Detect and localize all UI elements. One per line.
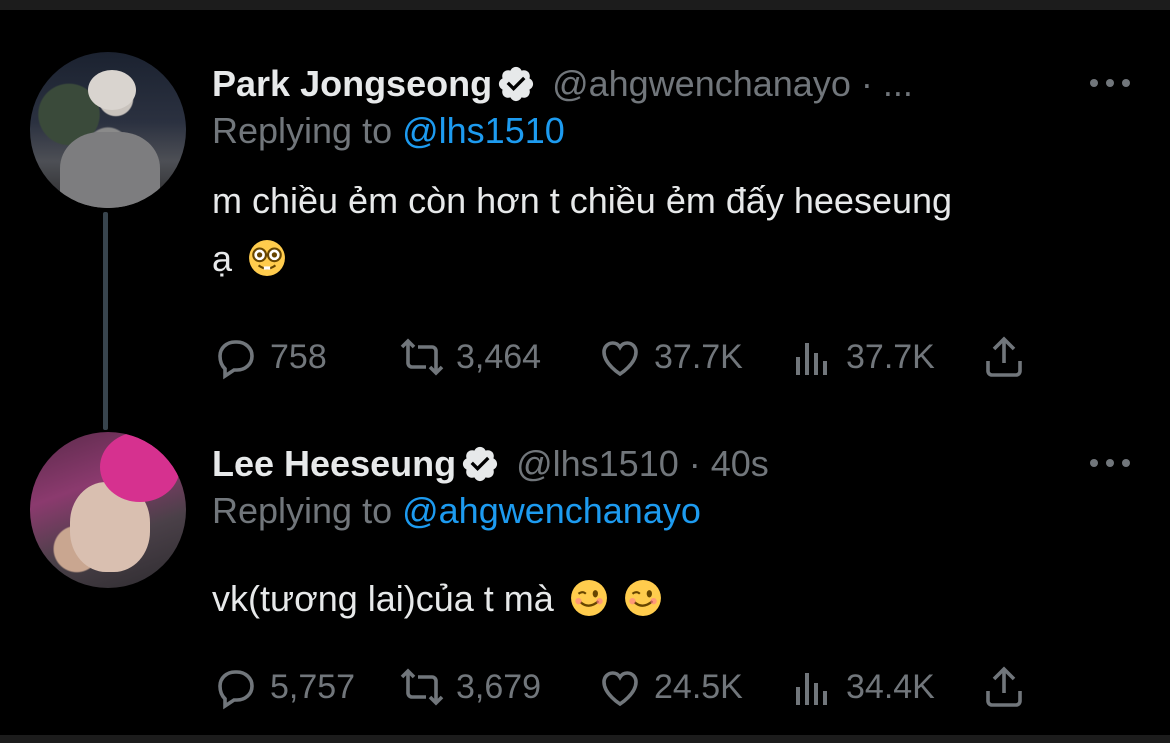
tweet-actions: 758 3,464 37.7K 37.7K <box>212 332 1042 382</box>
retweet-button[interactable]: 3,464 <box>398 332 541 382</box>
tweet-header: Park Jongseong @ahgwenchanayo · ... <box>212 62 913 106</box>
header-separator: · <box>688 443 701 484</box>
tweet-text: m chiều ẻm còn hơn t chiều ẻm đấy heeseu… <box>212 172 952 288</box>
tweet-text-line-2: ạ <box>212 230 952 288</box>
share-icon <box>986 666 1022 707</box>
retweet-count: 3,464 <box>456 337 542 376</box>
display-name[interactable]: Lee Heeseung <box>212 443 456 485</box>
share-button[interactable] <box>980 332 1028 382</box>
share-button[interactable] <box>980 662 1028 712</box>
retweet-count: 3,679 <box>456 667 542 706</box>
like-icon <box>602 671 638 707</box>
replying-to: Replying to @ahgwenchanayo <box>212 490 701 532</box>
avatar-lee-heeseung[interactable] <box>30 432 186 588</box>
reply-mention-link[interactable]: @ahgwenchanayo <box>402 490 701 531</box>
header-separator: · <box>860 63 873 104</box>
more-icon[interactable] <box>1090 68 1130 98</box>
display-name[interactable]: Park Jongseong <box>212 63 492 105</box>
reply-mention-link[interactable]: @lhs1510 <box>402 110 565 151</box>
verified-badge-icon <box>463 446 498 482</box>
views-count: 37.7K <box>846 337 935 376</box>
views-count: 34.4K <box>846 667 935 706</box>
tweet-time[interactable]: 40s <box>711 443 769 485</box>
nerd-face-emoji-icon <box>249 240 285 276</box>
tweet-header: Lee Heeseung @lhs1510 · 40s <box>212 442 769 486</box>
reply-count: 5,757 <box>270 667 356 706</box>
tweet-actions: 5,757 3,679 24.5K 34.4K <box>212 662 1042 712</box>
views-button[interactable]: 34.4K <box>788 662 935 712</box>
verified-badge-icon <box>498 66 534 102</box>
tweet-time[interactable]: ... <box>883 63 913 105</box>
tweet-lee-heeseung[interactable]: Lee Heeseung @lhs1510 · 40s Replying to … <box>0 430 1170 730</box>
avatar-figure <box>60 132 160 208</box>
reply-icon <box>218 340 254 380</box>
retweet-icon <box>400 338 444 376</box>
like-count: 24.5K <box>654 667 743 706</box>
retweet-button[interactable]: 3,679 <box>398 662 541 712</box>
like-button[interactable]: 24.5K <box>596 662 743 712</box>
winking-face-emoji-icon <box>570 580 607 616</box>
replying-to: Replying to @lhs1510 <box>212 110 565 152</box>
retweet-icon <box>400 668 444 706</box>
reply-count: 758 <box>270 337 327 376</box>
top-frame-border <box>0 0 1170 10</box>
tweet-text-line: m chiều ẻm còn hơn t chiều ẻm đấy heeseu… <box>212 180 953 221</box>
reply-button[interactable]: 758 <box>212 332 327 382</box>
reply-button[interactable]: 5,757 <box>212 662 355 712</box>
tweet-text: vk(tương lai)của t mà <box>212 570 662 628</box>
tweet-text-line: vk(tương lai)của t mà <box>212 578 554 619</box>
tweet-park-jongseong[interactable]: Park Jongseong @ahgwenchanayo · ... Repl… <box>0 50 1170 390</box>
views-button[interactable]: 37.7K <box>788 332 935 382</box>
user-handle[interactable]: @lhs1510 <box>516 443 679 485</box>
like-button[interactable]: 37.7K <box>596 332 743 382</box>
like-count: 37.7K <box>654 337 743 376</box>
avatar-head <box>88 70 136 110</box>
share-icon <box>986 336 1022 377</box>
views-icon <box>796 343 827 375</box>
views-icon <box>796 673 827 705</box>
more-icon[interactable] <box>1090 448 1130 478</box>
bottom-frame-border <box>0 735 1170 743</box>
winking-face-emoji-icon <box>624 580 661 616</box>
replying-prefix: Replying to <box>212 490 403 531</box>
user-handle[interactable]: @ahgwenchanayo <box>552 63 851 105</box>
reply-icon <box>218 670 254 710</box>
avatar-hair <box>100 432 180 502</box>
like-icon <box>602 341 638 377</box>
tweet-text-fragment: ạ <box>212 238 233 279</box>
replying-prefix: Replying to <box>212 110 403 151</box>
avatar-park-jongseong[interactable] <box>30 52 186 208</box>
